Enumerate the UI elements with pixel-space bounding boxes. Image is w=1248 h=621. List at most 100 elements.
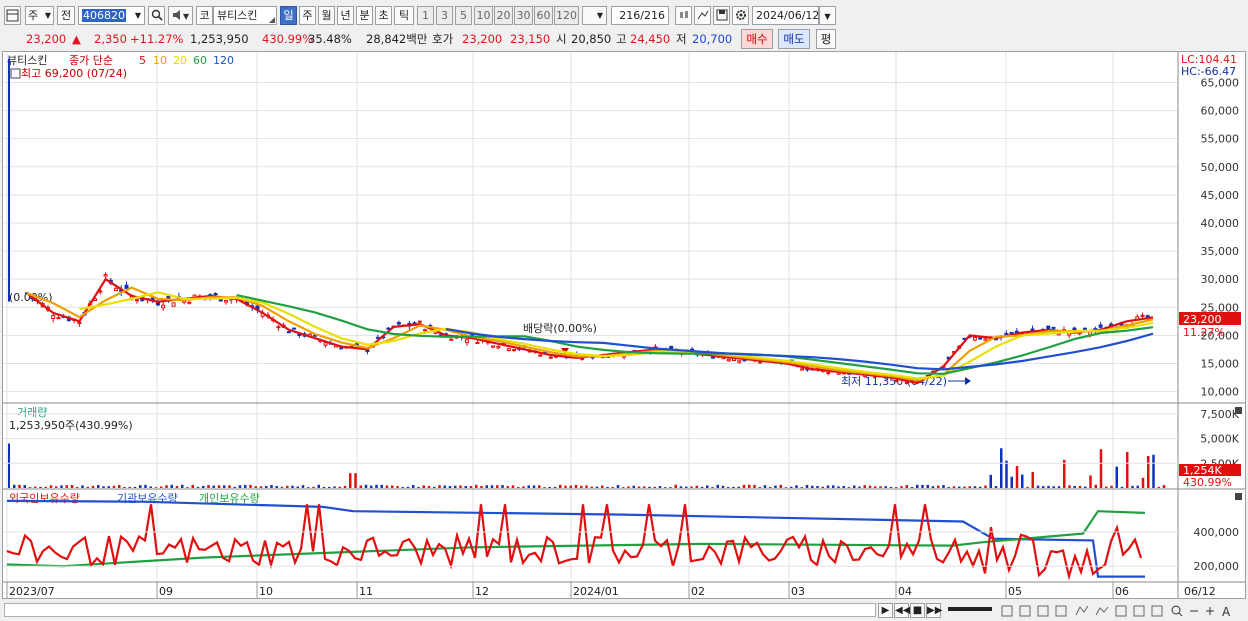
volume-bar: [1042, 486, 1045, 488]
date-dropdown[interactable]: ▼: [819, 6, 836, 25]
volume-bar: [270, 485, 273, 488]
volume-bar: [601, 485, 604, 488]
period-tick-tab[interactable]: 틱: [394, 6, 414, 25]
volume-bar: [863, 485, 866, 488]
volume-bar: [868, 485, 872, 488]
volume-bar: [685, 486, 688, 488]
period-week-tab[interactable]: 주: [299, 6, 316, 25]
prev-button[interactable]: 전: [57, 6, 75, 25]
volume-bar: [616, 485, 620, 488]
count-field[interactable]: 216/216: [611, 6, 669, 25]
chart-scrollbar[interactable]: [4, 603, 876, 617]
save-icon[interactable]: [713, 6, 730, 25]
candle-body: [1009, 331, 1014, 334]
search-icon[interactable]: [148, 6, 165, 25]
volume-bar: [13, 484, 16, 488]
volume-bar: [165, 485, 168, 488]
volume-bar: [480, 486, 483, 488]
chart-canvas[interactable]: 뷰티스킨 종가 단순 5 10 20 60 120 최고 69,200 (07/…: [3, 52, 1245, 598]
date-field[interactable]: 2024/06/12: [752, 6, 819, 25]
volume-bar: [1141, 477, 1145, 488]
font-size-icon: A: [1222, 605, 1231, 619]
eval-button[interactable]: 평: [816, 29, 836, 49]
zoom-slider[interactable]: [948, 607, 992, 611]
volume-bar: [280, 486, 284, 488]
date-label: 03: [791, 585, 805, 598]
price-change: 2,350: [94, 32, 127, 46]
first-page-button[interactable]: ◀◀: [894, 603, 910, 618]
volume-bar: [1110, 485, 1113, 488]
interval-30[interactable]: 30: [514, 6, 533, 25]
stock-name[interactable]: 뷰티스킨: [213, 6, 277, 25]
candle-body: [171, 302, 176, 307]
gear-icon[interactable]: [732, 6, 749, 25]
price-tick-label: 45,000: [1201, 189, 1240, 202]
period-minute-tab[interactable]: 분: [356, 6, 373, 25]
volume-bar: [538, 485, 541, 488]
buy-button[interactable]: 매수: [741, 29, 773, 49]
interval-3[interactable]: 3: [436, 6, 453, 25]
volume-bar: [417, 486, 420, 488]
bid-price: 23,150: [510, 32, 551, 46]
high-label: 고: [616, 32, 627, 46]
stop-button[interactable]: ■: [910, 603, 925, 618]
candle-body: [826, 372, 831, 375]
candle-icon[interactable]: [675, 6, 692, 25]
price-axis: 65,000 60,000 55,000 50,000 45,000 40,000 35,0…: [1201, 76, 1240, 398]
volume-bar: [448, 486, 452, 488]
volume-bar: [916, 484, 919, 488]
interval-dropdown[interactable]: ▼: [582, 6, 607, 25]
interval-20[interactable]: 20: [494, 6, 513, 25]
volume-bar: [543, 487, 546, 488]
volume-bar: [895, 487, 898, 488]
volume-bar: [60, 485, 63, 488]
candle-body: [548, 356, 553, 359]
zoom-icon: [1171, 605, 1181, 615]
volume-bar: [884, 486, 887, 488]
candle-body: [51, 315, 56, 320]
volume-bar: [979, 486, 982, 488]
date-tag: 06/12: [1184, 585, 1216, 598]
volume-bar: [574, 484, 578, 488]
volume-bar: [349, 473, 352, 488]
trendline-icon[interactable]: [694, 6, 711, 25]
sell-button[interactable]: 매도: [778, 29, 810, 49]
period-month-tab[interactable]: 월: [318, 6, 335, 25]
volume-bar: [548, 486, 551, 488]
volume-bar: [1063, 459, 1066, 488]
legend-ma5: 5: [139, 54, 146, 67]
interval-1[interactable]: 1: [417, 6, 434, 25]
volume-bar: [1094, 484, 1097, 488]
compare-icon: [1095, 606, 1109, 616]
date-label: 02: [691, 585, 705, 598]
speaker-icon[interactable]: ▼: [168, 6, 193, 25]
volume-bar: [900, 486, 903, 488]
period-second-tab[interactable]: 초: [375, 6, 392, 25]
scroll-right-button[interactable]: ▶: [878, 603, 893, 618]
last-page-button[interactable]: ▶▶: [926, 603, 942, 618]
interval-10[interactable]: 10: [474, 6, 493, 25]
period-year-tab[interactable]: 년: [337, 6, 354, 25]
volume-bar: [160, 486, 163, 488]
layout-icon[interactable]: [4, 6, 21, 25]
volume-bar: [307, 487, 310, 488]
interval-120[interactable]: 120: [554, 6, 579, 25]
stock-code-input[interactable]: 406820 ▼: [78, 6, 145, 25]
chart-panel[interactable]: 뷰티스킨 종가 단순 5 10 20 60 120 최고 69,200 (07/…: [2, 51, 1246, 599]
interval-5[interactable]: 5: [455, 6, 472, 25]
volume-bar: [338, 486, 341, 488]
volume-bar: [968, 486, 971, 488]
volume-bar: [553, 486, 557, 488]
interval-60[interactable]: 60: [534, 6, 553, 25]
volume-bar: [55, 486, 58, 488]
bottom-tools[interactable]: A: [1000, 603, 1240, 619]
volume-bar: [1068, 485, 1071, 488]
volume-bar: [8, 443, 10, 488]
volume-bar: [181, 484, 184, 488]
volume-axis: 7,500K5,000K2,500K: [3, 408, 1240, 470]
volume-bar: [254, 486, 257, 488]
candle-body: [365, 349, 370, 353]
volume-bar: [585, 485, 588, 488]
period-day-tab[interactable]: 일: [280, 6, 297, 25]
market-select[interactable]: 주 ▼: [25, 6, 54, 25]
